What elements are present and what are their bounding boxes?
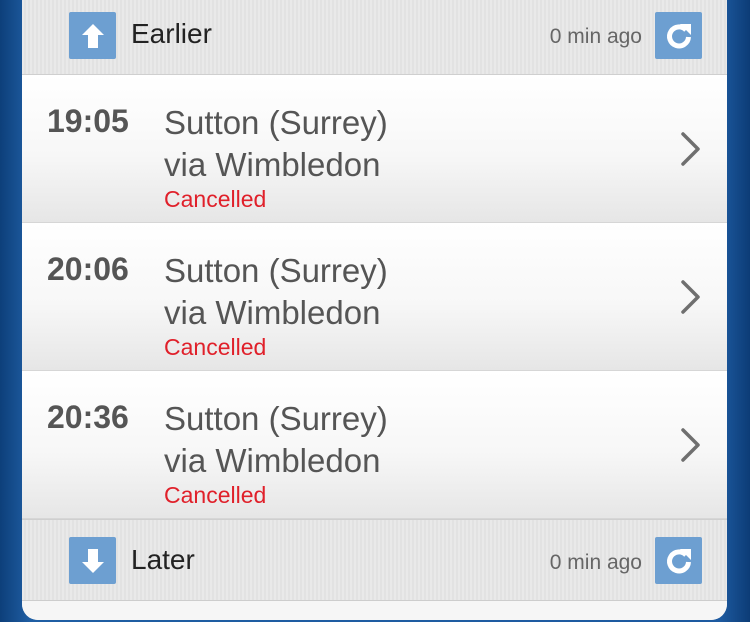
service-row-1[interactable]: 19:05 Sutton (Surrey) via Wimbledon Canc…	[22, 75, 727, 223]
later-button[interactable]	[69, 537, 116, 584]
status-badge: Cancelled	[164, 482, 267, 508]
service-time: 20:06	[47, 251, 129, 287]
service-destination: Sutton (Surrey) via Wimbledon	[164, 102, 388, 186]
departures-panel: Earlier 0 min ago 19:05 Sutton (Surrey) …	[22, 0, 727, 620]
destination-via: via Wimbledon	[164, 442, 381, 479]
destination-name: Sutton (Surrey)	[164, 400, 388, 437]
later-bar[interactable]: Later 0 min ago	[22, 519, 727, 601]
earlier-bar[interactable]: Earlier 0 min ago	[22, 0, 727, 75]
service-destination: Sutton (Surrey) via Wimbledon	[164, 250, 388, 334]
service-destination: Sutton (Surrey) via Wimbledon	[164, 398, 388, 482]
later-refresh-button[interactable]	[655, 537, 702, 584]
service-row-3[interactable]: 20:36 Sutton (Surrey) via Wimbledon Canc…	[22, 371, 727, 519]
refresh-icon	[666, 548, 691, 573]
destination-name: Sutton (Surrey)	[164, 104, 388, 141]
destination-via: via Wimbledon	[164, 146, 381, 183]
refresh-icon	[666, 23, 691, 48]
later-label: Later	[131, 544, 195, 575]
earlier-refresh-button[interactable]	[655, 12, 702, 59]
chevron-right-icon	[681, 132, 700, 166]
arrow-down-icon	[81, 548, 104, 573]
chevron-right-icon	[681, 280, 700, 314]
panel-footer	[22, 601, 727, 620]
service-time: 20:36	[47, 399, 129, 435]
earlier-label: Earlier	[131, 18, 212, 49]
earlier-updated-text: 0 min ago	[549, 25, 642, 48]
status-badge: Cancelled	[164, 186, 267, 212]
destination-name: Sutton (Surrey)	[164, 252, 388, 289]
status-badge: Cancelled	[164, 334, 267, 360]
service-row-2[interactable]: 20:06 Sutton (Surrey) via Wimbledon Canc…	[22, 223, 727, 371]
arrow-up-icon	[81, 23, 104, 48]
earlier-button[interactable]	[69, 12, 116, 59]
later-updated-text: 0 min ago	[549, 551, 642, 574]
destination-via: via Wimbledon	[164, 294, 381, 331]
service-time: 19:05	[47, 103, 129, 139]
chevron-right-icon	[681, 428, 700, 462]
